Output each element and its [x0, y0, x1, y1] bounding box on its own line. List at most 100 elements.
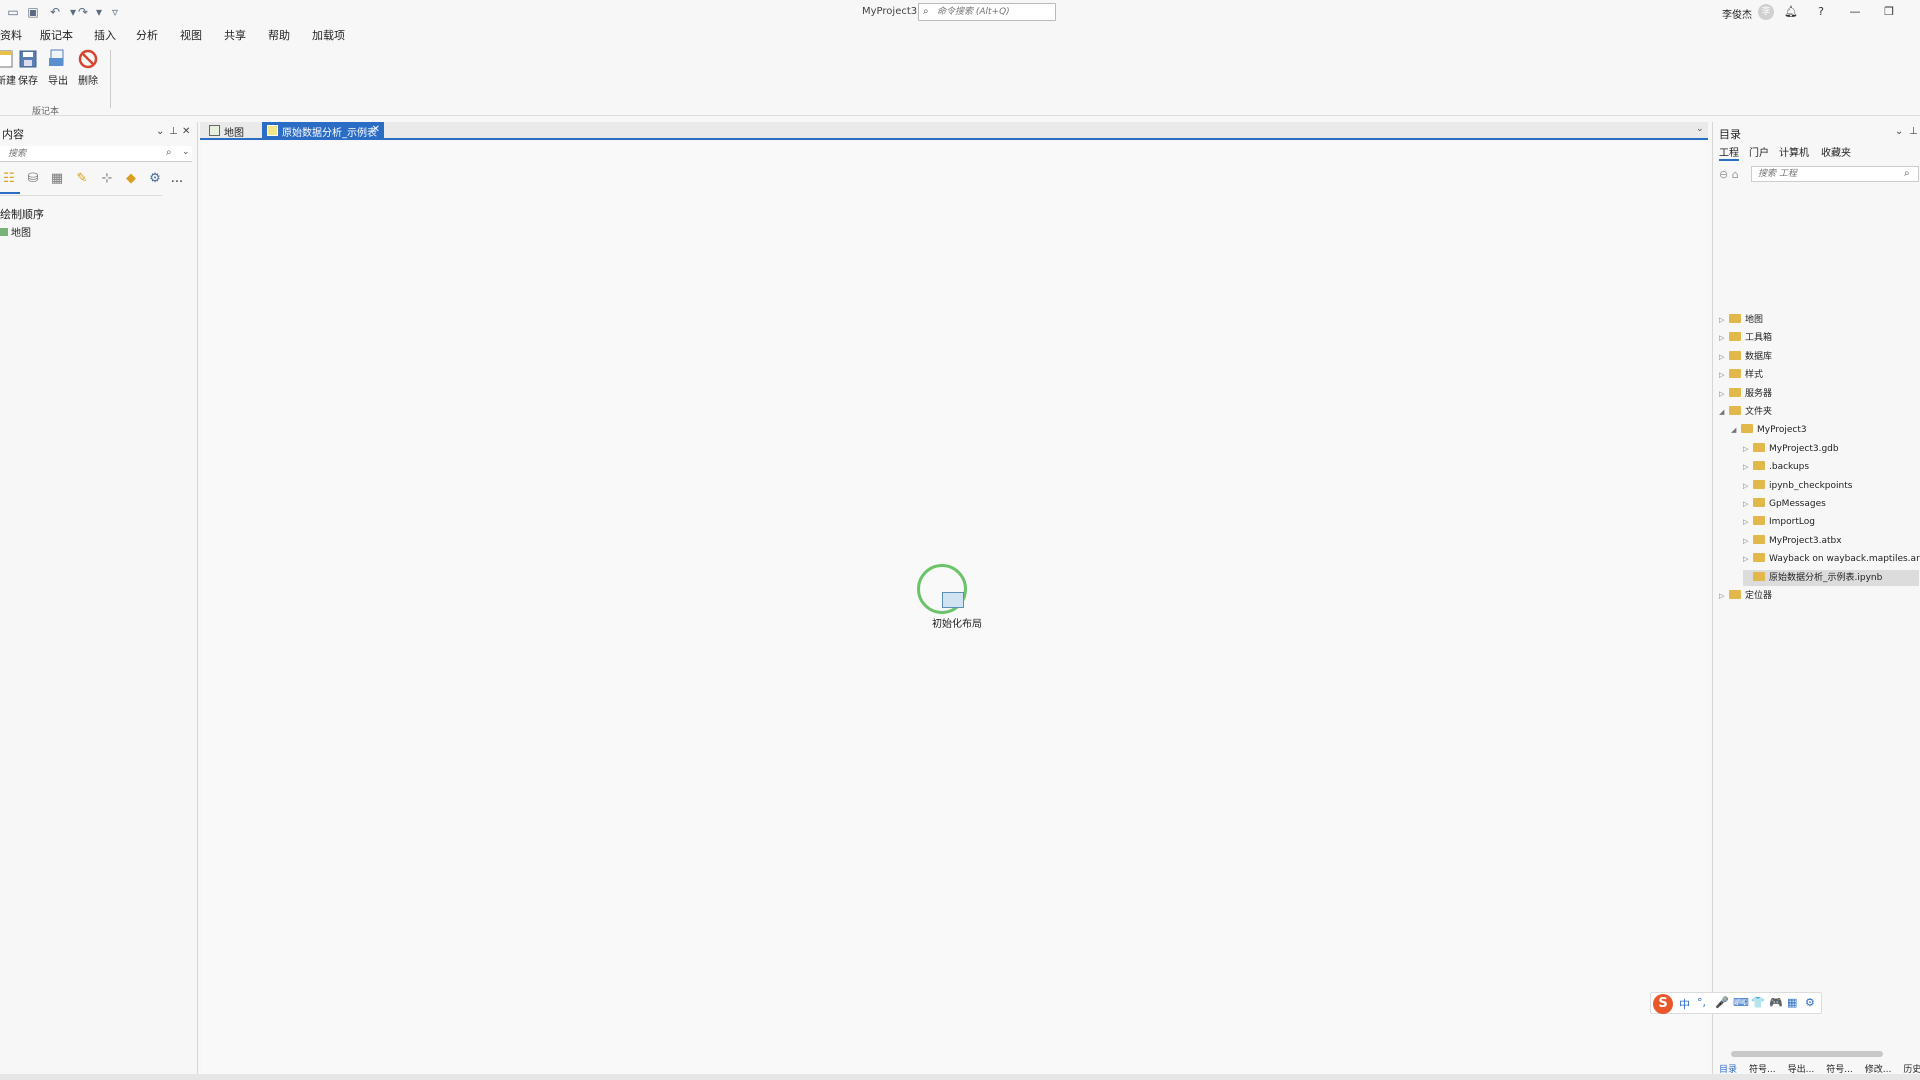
- tab-addins[interactable]: 加载项: [312, 27, 345, 43]
- tree-item[interactable]: ◢ 文件夹: [1719, 404, 1919, 420]
- command-search-input[interactable]: [937, 5, 1053, 19]
- tab-project[interactable]: 资料: [0, 27, 22, 43]
- caret-right-icon[interactable]: ▷: [1743, 514, 1753, 530]
- search-icon[interactable]: ⌕: [1904, 168, 1910, 179]
- game-icon[interactable]: 🎮: [1769, 996, 1783, 1009]
- help-button[interactable]: ?: [1810, 3, 1832, 21]
- chevron-down-icon[interactable]: ⌄: [182, 147, 190, 157]
- tab-help[interactable]: 帮助: [268, 27, 290, 43]
- caret-right-icon[interactable]: ▷: [1743, 533, 1753, 549]
- minimize-button[interactable]: —: [1844, 3, 1866, 21]
- tree-item[interactable]: ▷ 工具箱: [1719, 330, 1919, 346]
- tab-map[interactable]: 地图: [204, 122, 258, 140]
- save-button[interactable]: 保存: [14, 48, 42, 87]
- export-button[interactable]: 导出: [44, 48, 72, 87]
- tree-item[interactable]: ▷ MyProject3.atbx: [1743, 533, 1919, 549]
- tree-item[interactable]: ▷ 地图: [1719, 312, 1919, 328]
- caret-right-icon[interactable]: ▷: [1719, 386, 1729, 402]
- command-search[interactable]: ⌕: [918, 3, 1056, 21]
- close-icon[interactable]: ✕: [372, 124, 380, 135]
- caret-right-icon[interactable]: ▷: [1743, 441, 1753, 457]
- list-by-labeling-icon[interactable]: ◆: [122, 170, 140, 188]
- open-project-icon[interactable]: ▭: [6, 5, 20, 19]
- folder-icon: [1741, 424, 1753, 434]
- map-node[interactable]: 地图: [0, 224, 31, 239]
- caret-right-icon[interactable]: ▷: [1743, 496, 1753, 512]
- ime-punctuation-icon[interactable]: °,: [1697, 996, 1706, 1009]
- toolbox-icon[interactable]: ▦: [1787, 996, 1797, 1009]
- caret-down-icon[interactable]: ◢: [1731, 422, 1741, 438]
- catalog-search-input[interactable]: [1758, 168, 1898, 180]
- avatar[interactable]: 李: [1758, 4, 1774, 20]
- redo-icon[interactable]: ↷: [76, 5, 90, 19]
- caret-right-icon[interactable]: ▷: [1743, 551, 1753, 567]
- settings-icon[interactable]: ⚙: [1805, 996, 1815, 1009]
- pin-icon[interactable]: ⊥: [1909, 126, 1918, 137]
- list-by-selection-icon[interactable]: ▦: [48, 170, 66, 188]
- redo-dropdown-icon[interactable]: ▾: [92, 5, 106, 19]
- tree-item[interactable]: 原始数据分析_示例表.ipynb: [1743, 569, 1919, 586]
- caret-down-icon[interactable]: ◢: [1719, 404, 1729, 420]
- tree-item[interactable]: ▷ ipynb_checkpoints: [1743, 478, 1919, 494]
- tree-item[interactable]: ◢ MyProject3: [1731, 422, 1919, 438]
- tab-favorites[interactable]: 收藏夹: [1821, 144, 1851, 159]
- pin-icon[interactable]: ⊥: [169, 126, 178, 137]
- caret-right-icon[interactable]: ▷: [1719, 588, 1729, 604]
- tab-analysis[interactable]: 分析: [136, 27, 158, 43]
- caret-right-icon[interactable]: ▷: [1719, 349, 1729, 365]
- search-icon[interactable]: ⌕: [166, 147, 172, 158]
- chevron-down-icon[interactable]: ⌄: [156, 126, 164, 137]
- tree-item[interactable]: ▷ MyProject3.gdb: [1743, 441, 1919, 457]
- list-by-drawing-order-icon[interactable]: ☷: [0, 170, 18, 188]
- loading-text: 初始化布局: [932, 619, 982, 630]
- list-by-editing-icon[interactable]: ✎: [73, 170, 91, 188]
- tree-item[interactable]: ▷ GpMessages: [1743, 496, 1919, 512]
- ime-toolbar[interactable]: S 中 °, 🎤 ⌨ 👕 🎮 ▦ ⚙: [1650, 992, 1822, 1014]
- tree-item[interactable]: ▷ ImportLog: [1743, 514, 1919, 530]
- user-name[interactable]: 李俊杰: [1722, 6, 1752, 21]
- restore-button[interactable]: ❐: [1878, 3, 1900, 21]
- keyboard-icon[interactable]: ⌨: [1733, 996, 1749, 1009]
- back-icon[interactable]: ⊖ ⌂: [1719, 168, 1739, 181]
- caret-right-icon[interactable]: ▷: [1719, 330, 1729, 346]
- caret-right-icon[interactable]: ▷: [1719, 367, 1729, 383]
- microphone-icon[interactable]: 🎤: [1715, 996, 1729, 1009]
- save-icon[interactable]: ▣: [26, 5, 40, 19]
- horizontal-scrollbar[interactable]: [1731, 1051, 1883, 1057]
- tab-portal[interactable]: 门户: [1749, 144, 1769, 159]
- tree-item[interactable]: ▷ 数据库: [1719, 349, 1919, 365]
- chevron-down-icon[interactable]: ⌄: [1895, 126, 1903, 137]
- close-icon[interactable]: ✕: [182, 126, 190, 137]
- tab-share[interactable]: 共享: [224, 27, 246, 43]
- tree-item[interactable]: ▷ 服务器: [1719, 386, 1919, 402]
- tree-item[interactable]: ▷ .backups: [1743, 459, 1919, 475]
- delete-button[interactable]: 删除: [74, 48, 102, 87]
- tree-item[interactable]: ▷ Wayback on wayback.maptiles.arc: [1743, 551, 1920, 567]
- folder-icon: [1753, 498, 1765, 507]
- caret-right-icon[interactable]: ▷: [1743, 478, 1753, 494]
- tab-insert[interactable]: 插入: [94, 27, 116, 43]
- ime-language-toggle[interactable]: 中: [1679, 996, 1690, 1012]
- catalog-search[interactable]: ⌕: [1751, 166, 1919, 182]
- contents-search[interactable]: ⌕ ⌄: [0, 146, 192, 162]
- bell-icon[interactable]: 🔔︎: [1780, 3, 1802, 21]
- caret-right-icon[interactable]: ▷: [1743, 459, 1753, 475]
- customize-toolbar-icon[interactable]: ▿: [108, 5, 122, 19]
- list-by-perspective-icon[interactable]: ⚙: [146, 170, 164, 188]
- list-by-snapping-icon[interactable]: ⊹: [98, 170, 116, 188]
- skin-icon[interactable]: 👕: [1751, 996, 1765, 1009]
- chevron-down-icon[interactable]: ⌄: [1696, 124, 1704, 134]
- list-by-source-icon[interactable]: ⛁: [24, 170, 42, 188]
- tree-item[interactable]: ▷ 定位器: [1719, 588, 1919, 604]
- caret-right-icon[interactable]: ▷: [1719, 312, 1729, 328]
- more-options-icon[interactable]: ...: [168, 170, 186, 188]
- contents-search-input[interactable]: [8, 147, 158, 160]
- tab-project[interactable]: 工程: [1719, 144, 1739, 161]
- tab-view[interactable]: 视图: [180, 27, 202, 43]
- ime-logo-icon[interactable]: S: [1653, 994, 1673, 1014]
- undo-icon[interactable]: ↶: [48, 5, 62, 19]
- tree-item[interactable]: ▷ 样式: [1719, 367, 1919, 383]
- tree-item-label: 文件夹: [1745, 407, 1773, 417]
- tab-computer[interactable]: 计算机: [1779, 144, 1809, 159]
- tab-notebook-active[interactable]: 原始数据分析_示例表 ✕: [262, 122, 384, 140]
